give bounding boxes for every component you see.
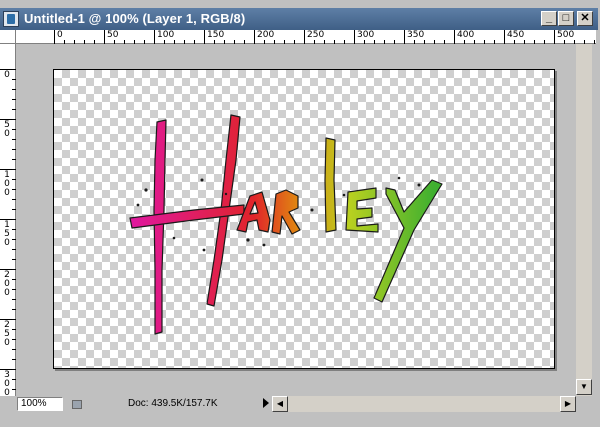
ruler-label: 250 [307,30,325,40]
horizontal-scrollbar[interactable]: ◀ ▶ [272,396,576,412]
ruler-label: 0 [4,70,10,80]
ruler-label: 3 0 0 [4,370,10,398]
ruler-label: 400 [457,30,475,40]
status-menu-arrow-icon[interactable] [263,398,269,408]
ruler-origin[interactable] [0,30,16,44]
vertical-scrollbar[interactable]: ▼ [576,44,592,396]
ruler-label: 500 [557,30,575,40]
title-bar[interactable]: Untitled-1 @ 100% (Layer 1, RGB/8) _ □ ✕ [0,8,598,30]
ruler-label: 1 0 0 [4,170,10,198]
scroll-left-button[interactable]: ◀ [272,396,288,412]
close-button[interactable]: ✕ [577,11,593,26]
ruler-label: 5 0 [4,120,10,139]
ruler-label: 350 [407,30,425,40]
document-window: Untitled-1 @ 100% (Layer 1, RGB/8) _ □ ✕… [0,0,600,427]
ruler-label: 100 [157,30,175,40]
zoom-level-field[interactable]: 100% [17,397,63,411]
photoshop-document-icon[interactable] [3,11,19,27]
status-info-icon[interactable] [72,400,82,409]
canvas-workspace[interactable] [16,44,576,396]
harley-artwork [129,114,443,335]
ruler-label: 300 [357,30,375,40]
ruler-label: 2 5 0 [4,320,10,348]
horizontal-ruler[interactable]: 0 50 100 150 200 250 300 350 400 450 500 [16,30,596,44]
scroll-right-button[interactable]: ▶ [560,396,576,412]
window-title: Untitled-1 @ 100% (Layer 1, RGB/8) [24,11,246,26]
minimize-button[interactable]: _ [541,11,557,26]
vertical-ruler[interactable]: 0 5 0 1 0 0 1 5 0 2 0 0 2 5 0 3 0 0 [0,44,16,398]
ruler-label: 50 [107,30,119,40]
scroll-down-button[interactable]: ▼ [576,379,592,395]
ruler-label: 1 5 0 [4,220,10,248]
ruler-label: 2 0 0 [4,270,10,298]
document-size-info: Doc: 439.5K/157.7K [128,398,218,409]
ruler-label: 0 [57,30,63,40]
ruler-label: 450 [507,30,525,40]
maximize-button[interactable]: □ [558,11,574,26]
document-canvas[interactable] [53,69,555,369]
ruler-label: 150 [207,30,225,40]
resize-grip[interactable] [576,396,592,412]
window-bottom-edge [0,414,600,427]
ruler-label: 200 [257,30,275,40]
